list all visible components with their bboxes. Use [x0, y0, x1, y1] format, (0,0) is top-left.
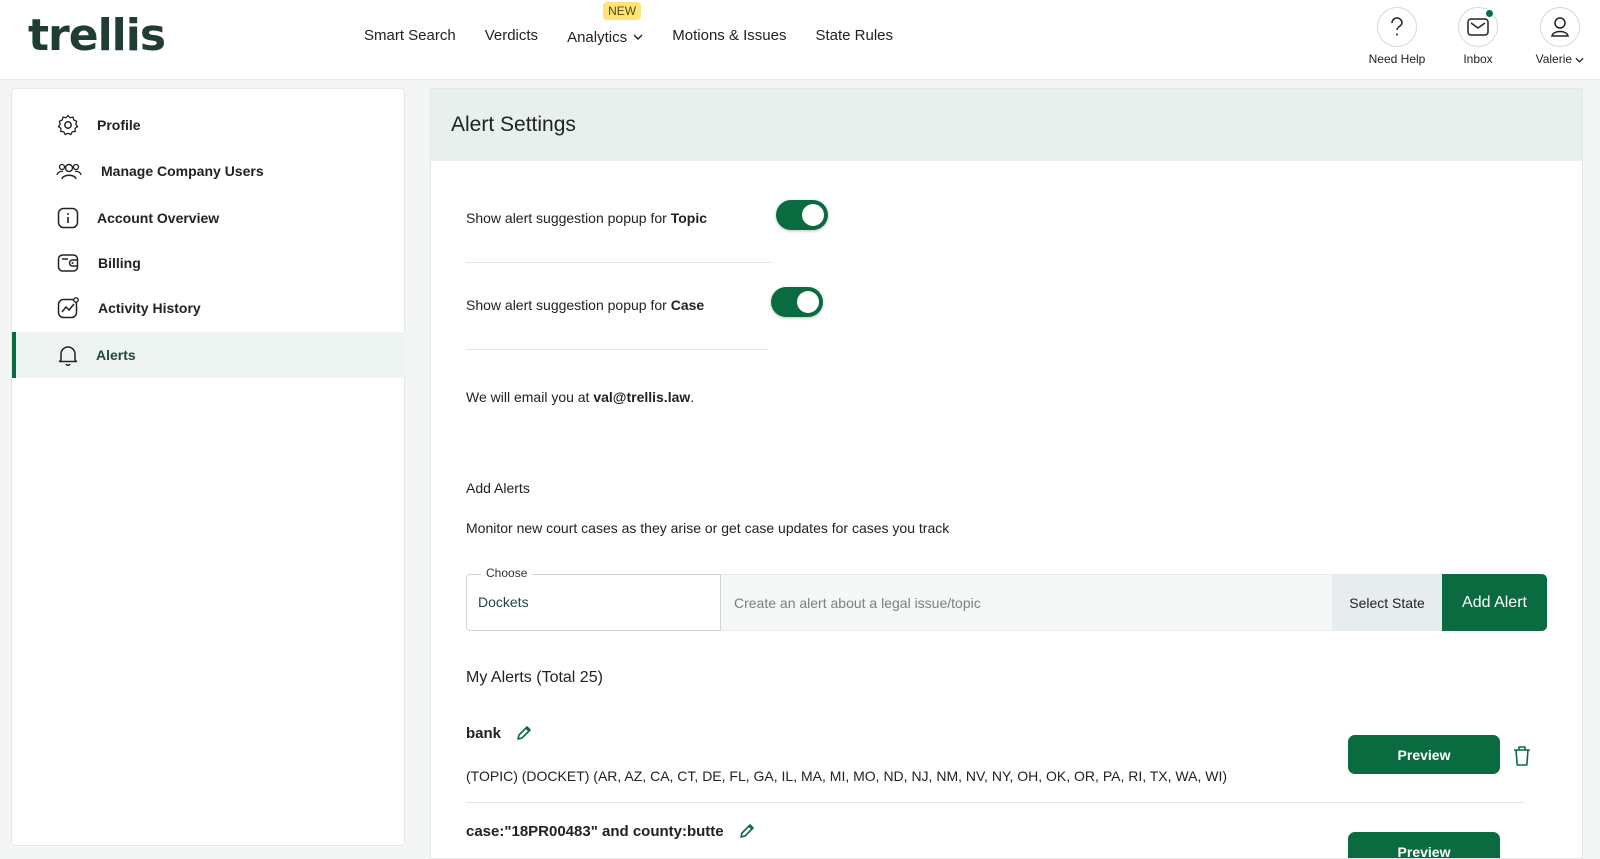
- my-alerts-heading: My Alerts (Total 25): [466, 669, 603, 686]
- divider: [466, 802, 1525, 803]
- inbox-button[interactable]: Inbox: [1448, 7, 1508, 66]
- topic-popup-setting: Show alert suggestion popup for Topic: [466, 210, 707, 226]
- inbox-label: Inbox: [1463, 52, 1493, 66]
- mail-icon: [1458, 7, 1498, 47]
- users-icon: [56, 159, 82, 183]
- chevron-down-icon: [633, 26, 643, 46]
- case-popup-bold: Case: [670, 297, 705, 313]
- add-alerts-description: Monitor new court cases as they arise or…: [466, 520, 950, 536]
- sidebar-item-label: Alerts: [96, 347, 136, 363]
- sidebar-item-profile[interactable]: Profile: [12, 102, 405, 148]
- user-icon: [1540, 7, 1580, 47]
- pencil-icon[interactable]: [515, 724, 533, 746]
- sidebar-item-billing[interactable]: Billing: [12, 240, 405, 286]
- user-menu-button[interactable]: Valerie: [1527, 7, 1593, 66]
- nav-state-rules[interactable]: State Rules: [815, 26, 893, 48]
- gear-icon: [56, 113, 80, 137]
- choose-value: Dockets: [478, 594, 529, 610]
- alert-type-select[interactable]: Choose Dockets: [466, 566, 721, 631]
- alert-title-text: case:"18PR00483" and county:butte: [466, 823, 724, 840]
- sidebar-item-label: Profile: [97, 117, 141, 133]
- sidebar-item-label: Account Overview: [97, 210, 220, 226]
- add-alerts-heading: Add Alerts: [466, 480, 530, 496]
- case-popup-setting: Show alert suggestion popup for Case: [466, 297, 704, 313]
- new-badge: NEW: [603, 2, 642, 20]
- topic-popup-bold: Topic: [670, 210, 707, 226]
- divider: [466, 262, 773, 263]
- sidebar-item-manage-company-users[interactable]: Manage Company Users: [12, 148, 405, 194]
- top-header: trellis Smart Search Verdicts NEW Analyt…: [0, 0, 1600, 80]
- main-nav: Smart Search Verdicts NEW Analytics Moti…: [364, 2, 893, 48]
- user-name-label: Valerie: [1535, 52, 1573, 66]
- page-title: Alert Settings: [451, 113, 576, 136]
- pencil-icon[interactable]: [738, 822, 756, 844]
- chart-icon: [56, 296, 80, 320]
- nav-motions-issues[interactable]: Motions & Issues: [672, 26, 786, 48]
- trash-icon[interactable]: [1511, 744, 1533, 773]
- preview-button[interactable]: Preview: [1348, 735, 1500, 774]
- sidebar-item-label: Activity History: [98, 300, 201, 316]
- chevron-down-icon: [1575, 52, 1584, 66]
- alert-item-title: case:"18PR00483" and county:butte: [466, 822, 756, 844]
- sidebar-item-activity-history[interactable]: Activity History: [12, 285, 405, 331]
- add-alert-form: Choose Dockets Select State Add Alert: [466, 566, 1547, 631]
- email-prefix: We will email you at: [466, 389, 594, 405]
- panel-header: Alert Settings: [431, 89, 1582, 161]
- settings-sidebar: Profile Manage Company Users Account Ove…: [11, 88, 405, 846]
- email-suffix: .: [690, 389, 695, 405]
- select-state-button[interactable]: Select State: [1332, 574, 1442, 631]
- topic-popup-toggle[interactable]: [776, 200, 828, 230]
- info-icon: [56, 206, 80, 230]
- email-notice: We will email you at val@trellis.law.: [466, 389, 694, 405]
- alert-item-title: bank: [466, 724, 533, 746]
- nav-analytics-label: Analytics: [567, 29, 628, 46]
- need-help-label: Need Help: [1368, 52, 1426, 66]
- choose-label: Choose: [481, 566, 533, 580]
- sidebar-item-alerts[interactable]: Alerts: [12, 332, 405, 378]
- email-address: val@trellis.law: [593, 389, 691, 405]
- need-help-button[interactable]: Need Help: [1367, 7, 1427, 66]
- sidebar-item-account-overview[interactable]: Account Overview: [12, 195, 405, 241]
- alert-settings-panel: Alert Settings Show alert suggestion pop…: [430, 88, 1583, 859]
- alert-topic-input[interactable]: [721, 574, 1332, 631]
- case-popup-label: Show alert suggestion popup for: [466, 297, 671, 313]
- wallet-icon: [56, 251, 80, 275]
- nav-verdicts[interactable]: Verdicts: [485, 26, 538, 48]
- trellis-logo[interactable]: trellis: [28, 14, 166, 58]
- bell-icon: [56, 343, 80, 367]
- notification-dot: [1485, 9, 1494, 18]
- nav-analytics[interactable]: NEW Analytics: [567, 2, 643, 48]
- preview-button[interactable]: Preview: [1348, 832, 1500, 858]
- alert-title-text: bank: [466, 725, 502, 742]
- add-alert-button[interactable]: Add Alert: [1442, 574, 1547, 631]
- divider: [466, 349, 769, 350]
- sidebar-item-label: Manage Company Users: [101, 163, 264, 179]
- topic-popup-label: Show alert suggestion popup for: [466, 210, 671, 226]
- question-icon: [1377, 7, 1417, 47]
- alert-item-details: (TOPIC) (DOCKET) (AR, AZ, CA, CT, DE, FL…: [466, 768, 1228, 784]
- nav-smart-search[interactable]: Smart Search: [364, 26, 456, 48]
- sidebar-item-label: Billing: [98, 255, 141, 271]
- case-popup-toggle[interactable]: [771, 287, 823, 317]
